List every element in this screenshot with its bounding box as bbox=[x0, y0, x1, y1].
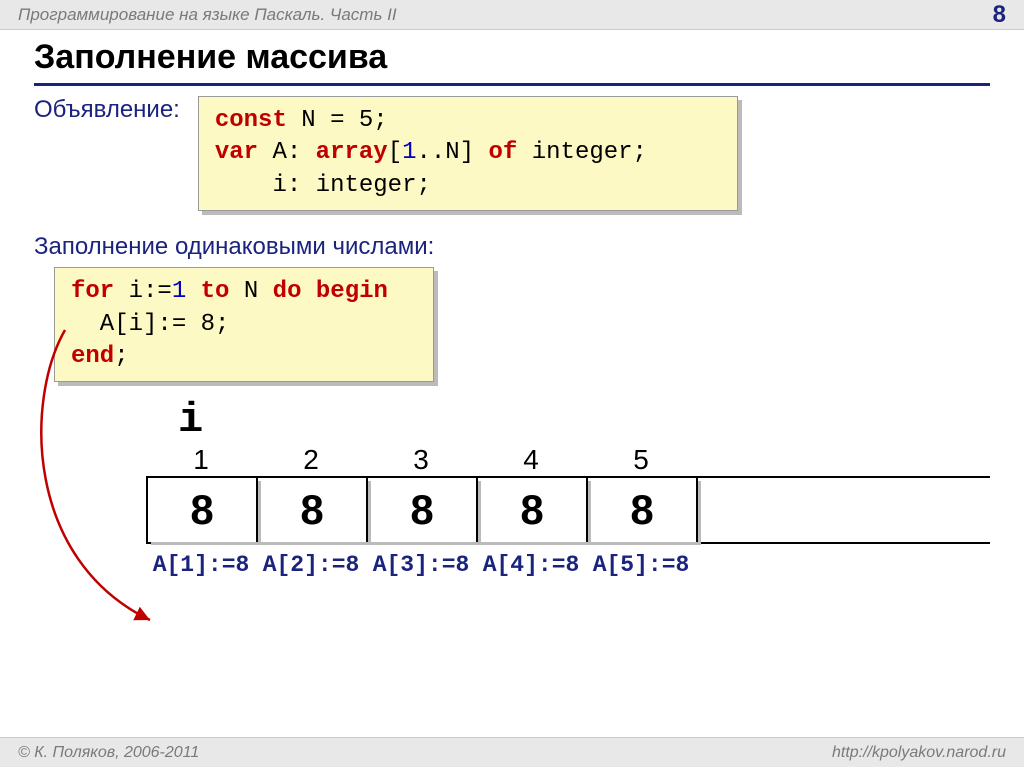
array-cell: 8 bbox=[588, 478, 698, 542]
assignment: A[2]:=8 bbox=[256, 552, 366, 578]
slide: Программирование на языке Паскаль. Часть… bbox=[0, 0, 1024, 767]
array-index: 2 bbox=[256, 444, 366, 476]
slide-header: Программирование на языке Паскаль. Часть… bbox=[0, 0, 1024, 30]
slide-footer: © К. Поляков, 2006-2011 http://kpolyakov… bbox=[0, 737, 1024, 767]
code-line: i: integer; bbox=[215, 170, 721, 202]
page-title: Заполнение массива bbox=[34, 38, 990, 86]
keyword-of: of bbox=[489, 139, 518, 166]
keyword-var: var bbox=[215, 139, 258, 166]
array-index: 1 bbox=[146, 444, 256, 476]
assignment: A[3]:=8 bbox=[366, 552, 476, 578]
code-line: var A: array[1..N] of integer; bbox=[215, 137, 721, 169]
array-diagram: i 1 2 3 4 5 8 8 8 8 8 A[1]:=8 A[2]:=8 A[… bbox=[146, 396, 990, 578]
assignment: A[5]:=8 bbox=[586, 552, 696, 578]
index-row: 1 2 3 4 5 bbox=[146, 444, 990, 476]
code-line: A[i]:= 8; bbox=[71, 309, 417, 341]
assignment: A[1]:=8 bbox=[146, 552, 256, 578]
declaration-label: Объявление: bbox=[34, 96, 180, 124]
code-line: const N = 5; bbox=[215, 105, 721, 137]
slide-content: Заполнение массива Объявление: const N =… bbox=[0, 30, 1024, 578]
footer-url: http://kpolyakov.narod.ru bbox=[832, 744, 1006, 762]
header-title: Программирование на языке Паскаль. Часть… bbox=[18, 5, 397, 25]
array-index: 4 bbox=[476, 444, 586, 476]
fill-label: Заполнение одинаковыми числами: bbox=[34, 233, 990, 261]
keyword-array: array bbox=[316, 139, 388, 166]
array-cells: 8 8 8 8 8 bbox=[146, 476, 990, 544]
array-cell: 8 bbox=[258, 478, 368, 542]
array-index: 3 bbox=[366, 444, 476, 476]
array-cell: 8 bbox=[368, 478, 478, 542]
code-line: for i:=1 to N do begin bbox=[71, 276, 417, 308]
index-variable-label: i bbox=[178, 396, 990, 444]
declaration-codebox: const N = 5; var A: array[1..N] of integ… bbox=[198, 96, 738, 211]
array-cell: 8 bbox=[478, 478, 588, 542]
declaration-row: Объявление: const N = 5; var A: array[1.… bbox=[34, 96, 990, 211]
page-number: 8 bbox=[993, 1, 1006, 29]
code-line: end; bbox=[71, 341, 417, 373]
copyright: © К. Поляков, 2006-2011 bbox=[18, 744, 199, 762]
assignment: A[4]:=8 bbox=[476, 552, 586, 578]
array-cell: 8 bbox=[148, 478, 258, 542]
array-index: 5 bbox=[586, 444, 696, 476]
assignment-row: A[1]:=8 A[2]:=8 A[3]:=8 A[4]:=8 A[5]:=8 bbox=[146, 552, 990, 578]
keyword-const: const bbox=[215, 107, 287, 134]
fill-codebox: for i:=1 to N do begin A[i]:= 8; end; bbox=[54, 267, 434, 382]
